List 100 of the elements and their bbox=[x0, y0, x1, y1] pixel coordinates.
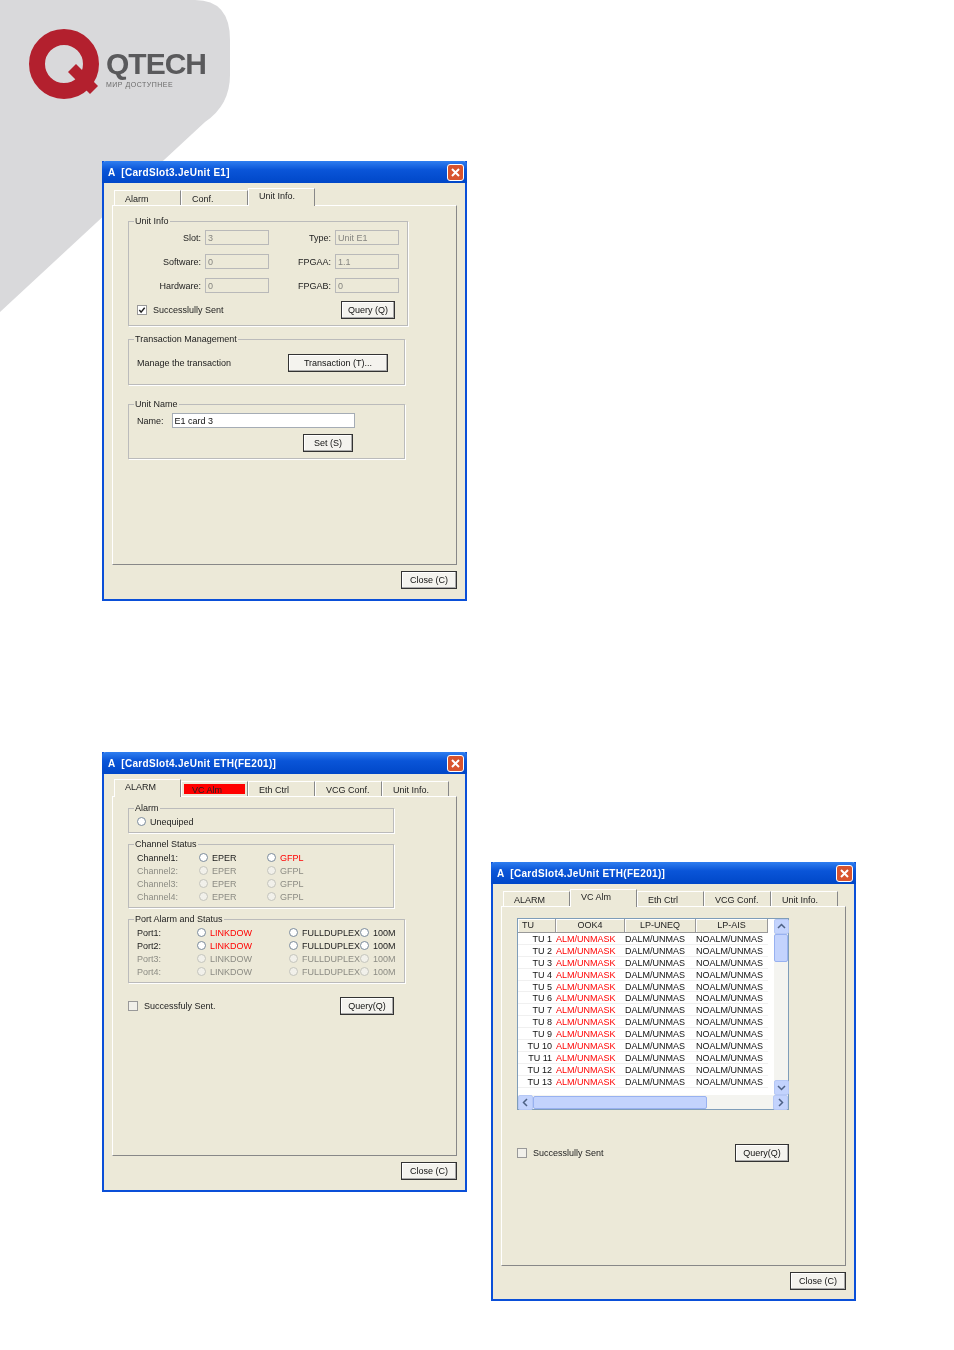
button[interactable]: Close (C) bbox=[790, 1272, 846, 1290]
tab[interactable]: VCG Conf. bbox=[315, 781, 382, 796]
group-title: Unit Name bbox=[134, 399, 179, 409]
radio-label: GFPL bbox=[280, 865, 304, 876]
table-cell: TU 13 bbox=[518, 1075, 556, 1088]
table-cell: DALM/UNMAS bbox=[625, 933, 696, 945]
close-button[interactable] bbox=[447, 163, 464, 181]
radio-label: 100M bbox=[373, 953, 396, 964]
radio-label: 100M bbox=[373, 966, 396, 977]
radio-label: EPER bbox=[212, 891, 237, 902]
checkbox[interactable] bbox=[137, 305, 147, 315]
radio-button[interactable] bbox=[199, 853, 208, 862]
field-label: Hardware: bbox=[158, 280, 201, 291]
table-cell: NOALM/UNMAS bbox=[696, 1028, 768, 1040]
row-label: Port4: bbox=[137, 966, 162, 977]
row-label: Channel3: bbox=[137, 878, 180, 889]
column-header[interactable]: LP-AIS bbox=[696, 919, 768, 933]
tab[interactable]: VCG Conf. bbox=[704, 891, 771, 906]
table-cell: DALM/UNMAS bbox=[625, 1051, 696, 1064]
table-cell: DALM/UNMAS bbox=[625, 968, 696, 981]
radio-label: 100M bbox=[373, 940, 396, 951]
button[interactable]: Transaction (T)... bbox=[288, 354, 388, 372]
field-label: Slot: bbox=[182, 232, 201, 243]
radio-button[interactable] bbox=[289, 941, 298, 950]
table-cell: ALM/UNMASK bbox=[556, 992, 625, 1005]
column-header[interactable]: TU bbox=[518, 919, 556, 933]
checkbox[interactable] bbox=[128, 1001, 138, 1011]
tab[interactable]: VC Alm bbox=[181, 781, 248, 796]
row-label: Port2: bbox=[137, 940, 162, 951]
table-cell: NOALM/UNMAS bbox=[696, 1040, 768, 1052]
button[interactable]: Close (C) bbox=[401, 1162, 457, 1180]
row-label: Channel1: bbox=[137, 852, 180, 863]
tab[interactable]: Unit Info. bbox=[382, 781, 449, 796]
window-title: A [CardSlot3.JeUnit E1] bbox=[108, 166, 231, 178]
tab[interactable]: Eth Ctrl bbox=[637, 891, 704, 906]
checkbox-label: Successfuly Sent. bbox=[144, 1001, 216, 1011]
vertical-scrollbar[interactable] bbox=[774, 919, 788, 1095]
tab[interactable]: Unit Info. bbox=[248, 188, 315, 206]
close-button[interactable] bbox=[836, 864, 853, 882]
table-cell: ALM/UNMASK bbox=[556, 1004, 625, 1017]
horizontal-scrollbar[interactable] bbox=[518, 1095, 788, 1109]
row-label: Port3: bbox=[137, 953, 162, 964]
radio-button[interactable] bbox=[197, 928, 206, 937]
button[interactable]: Query(Q) bbox=[340, 997, 394, 1015]
button[interactable]: Set (S) bbox=[303, 434, 353, 452]
table-cell: TU 2 bbox=[518, 944, 556, 957]
close-button[interactable] bbox=[447, 754, 464, 772]
table-cell: ALM/UNMASK bbox=[556, 1051, 625, 1064]
tab[interactable]: ALARM bbox=[114, 779, 181, 797]
table-cell: TU 11 bbox=[518, 1051, 556, 1064]
tab[interactable]: Alarm bbox=[114, 190, 181, 205]
radio-label: Unequiped bbox=[150, 816, 194, 827]
radio-button[interactable] bbox=[267, 853, 276, 862]
column-header[interactable]: LP-UNEQ bbox=[625, 919, 696, 933]
window-title: A [CardSlot4.JeUnit ETH(FE201)] bbox=[497, 867, 667, 879]
field-label: FPGAB: bbox=[297, 280, 331, 291]
table-cell: ALM/UNMASK bbox=[556, 968, 625, 981]
table-cell: ALM/UNMASK bbox=[556, 956, 625, 969]
tab[interactable]: Eth Ctrl bbox=[248, 781, 315, 796]
button[interactable]: Query (Q) bbox=[341, 301, 395, 319]
table-cell: NOALM/UNMAS bbox=[696, 980, 768, 993]
table-cell: TU 6 bbox=[518, 992, 556, 1005]
radio-button[interactable] bbox=[360, 928, 370, 937]
table-cell: NOALM/UNMAS bbox=[696, 1004, 768, 1017]
row-label: Port1: bbox=[137, 927, 162, 938]
column-header[interactable]: OOK4 bbox=[556, 919, 625, 933]
radio-button[interactable] bbox=[137, 817, 146, 826]
radio-button[interactable] bbox=[360, 941, 370, 950]
input-field[interactable]: E1 card 3 bbox=[171, 413, 355, 428]
radio-label: FULLDUPLEX bbox=[302, 940, 361, 951]
table-cell: TU 3 bbox=[518, 956, 556, 969]
window-title: A [CardSlot4.JeUnit ETH(FE201)] bbox=[108, 757, 278, 769]
tab[interactable]: Conf. bbox=[181, 190, 248, 205]
table-cell: NOALM/UNMAS bbox=[696, 933, 768, 945]
table-cell: TU 5 bbox=[518, 980, 556, 993]
tab[interactable]: ALARM bbox=[503, 891, 570, 906]
tab[interactable]: VC Alm bbox=[570, 889, 637, 907]
field-label: FPGAA: bbox=[297, 256, 331, 267]
table-cell: DALM/UNMAS bbox=[625, 1040, 696, 1052]
table-cell: NOALM/UNMAS bbox=[696, 1016, 768, 1029]
button[interactable]: Query(Q) bbox=[735, 1144, 789, 1162]
scroll-thumb[interactable] bbox=[533, 1095, 707, 1109]
radio-label: FULLDUPLEX bbox=[302, 927, 361, 938]
radio-button[interactable] bbox=[289, 928, 298, 937]
description-text: Manage the transaction bbox=[137, 358, 232, 368]
tab[interactable]: Unit Info. bbox=[771, 891, 838, 906]
checkbox[interactable] bbox=[517, 1148, 527, 1158]
scroll-thumb[interactable] bbox=[774, 934, 788, 962]
checkbox-label: Successlully Sent bbox=[153, 305, 224, 315]
radio-label: LINKDOW bbox=[210, 940, 252, 951]
table-cell: ALM/UNMASK bbox=[556, 944, 625, 957]
radio-button[interactable] bbox=[197, 941, 206, 950]
radio-label: EPER bbox=[212, 852, 237, 863]
table-cell: ALM/UNMASK bbox=[556, 1040, 625, 1052]
group-title: Unit Info bbox=[134, 216, 170, 226]
logo-name: QTECH bbox=[106, 48, 206, 79]
table-cell: ALM/UNMASK bbox=[556, 933, 625, 945]
table-cell: DALM/UNMAS bbox=[625, 1016, 696, 1029]
button[interactable]: Close (C) bbox=[401, 571, 457, 589]
table-cell: TU 8 bbox=[518, 1016, 556, 1029]
